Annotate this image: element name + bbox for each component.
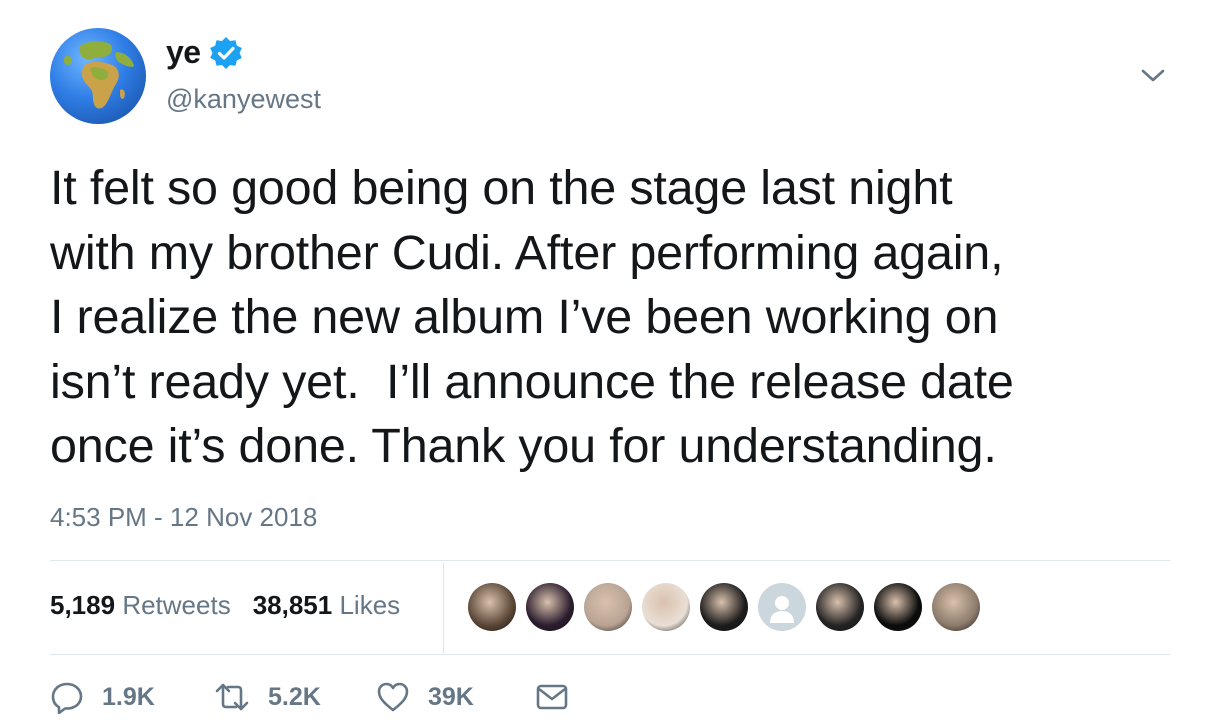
user-name-row[interactable]: ye bbox=[166, 34, 243, 71]
likers-avatars bbox=[468, 583, 990, 631]
liker-avatar-7[interactable] bbox=[816, 583, 864, 631]
divider bbox=[50, 654, 1170, 655]
liker-avatar-5[interactable] bbox=[700, 583, 748, 631]
default-avatar-icon[interactable] bbox=[758, 583, 806, 631]
earth-africa-globe-icon bbox=[64, 41, 134, 109]
display-name[interactable]: ye bbox=[166, 34, 201, 71]
tweet-text-line: I realize the new album I’ve been workin… bbox=[50, 290, 999, 344]
likes-count: 38,851 bbox=[252, 590, 333, 620]
liker-avatar-8[interactable] bbox=[874, 583, 922, 631]
tweet-text-line: with my brother Cudi. After performing a… bbox=[50, 225, 1004, 280]
likes-stat[interactable]: 38,851 Likes bbox=[253, 590, 400, 621]
tweet-stats: 5,189 Retweets 38,851 Likes bbox=[50, 590, 422, 621]
reply-icon bbox=[51, 682, 83, 714]
tweet-text: It felt so good being on the stage last … bbox=[50, 156, 1180, 479]
chevron-down-icon[interactable] bbox=[1140, 66, 1166, 86]
reply-button[interactable]: 1.9K bbox=[50, 680, 214, 714]
liker-avatar-4[interactable] bbox=[642, 583, 690, 631]
reply-count: 1.9K bbox=[102, 682, 155, 711]
retweets-count: 5,189 bbox=[50, 590, 116, 620]
retweet-icon bbox=[215, 683, 249, 711]
verified-badge-icon bbox=[209, 36, 242, 69]
tweet-text-line: isn’t ready yet. I’ll announce the relea… bbox=[50, 354, 1014, 409]
liker-avatar-3[interactable] bbox=[584, 583, 632, 631]
like-button[interactable]: 39K bbox=[376, 681, 536, 713]
liker-avatar-2[interactable] bbox=[526, 583, 574, 631]
stats-separator bbox=[443, 562, 444, 654]
user-handle[interactable]: @kanyewest bbox=[166, 84, 321, 115]
liker-avatar-1[interactable] bbox=[468, 583, 516, 631]
avatar[interactable] bbox=[50, 28, 146, 124]
tweet-text-line: once it’s done. Thank you for understand… bbox=[50, 419, 997, 473]
heart-icon bbox=[377, 682, 409, 712]
retweet-button[interactable]: 5.2K bbox=[214, 682, 376, 712]
liker-avatar-9[interactable] bbox=[932, 583, 980, 631]
retweets-label: Retweets bbox=[122, 590, 231, 620]
direct-message-button[interactable] bbox=[536, 683, 586, 711]
like-count: 39K bbox=[428, 682, 474, 711]
retweet-count: 5.2K bbox=[268, 682, 321, 711]
likes-label: Likes bbox=[339, 590, 401, 620]
tweet-actions: 1.9K 5.2K 39K bbox=[50, 680, 586, 714]
retweets-stat[interactable]: 5,189 Retweets bbox=[50, 590, 231, 621]
tweet-text-line: It felt so good being on the stage last … bbox=[50, 161, 953, 215]
tweet-timestamp[interactable]: 4:53 PM - 12 Nov 2018 bbox=[50, 502, 317, 533]
envelope-icon bbox=[536, 684, 568, 710]
divider bbox=[50, 560, 1170, 561]
